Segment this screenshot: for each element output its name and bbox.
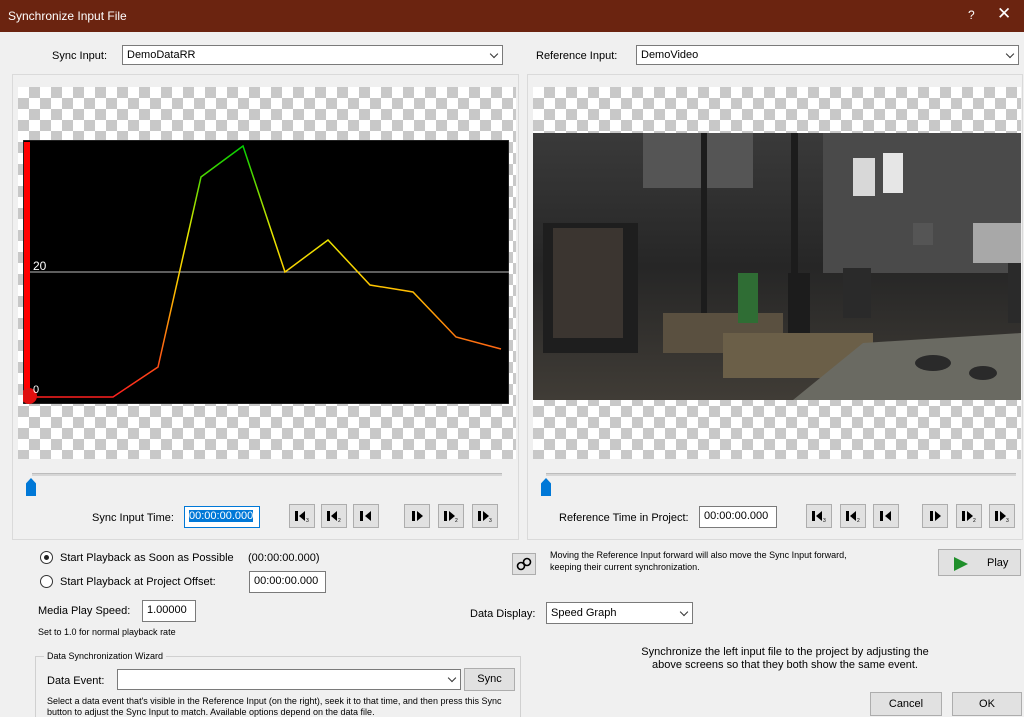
reference-input-select[interactable]: DemoVideo (636, 45, 1019, 65)
sync-input-value: DemoDataRR (127, 49, 196, 61)
ref-step-back-3-button[interactable]: 3 (806, 504, 832, 528)
data-display-select[interactable]: Speed Graph (546, 602, 693, 624)
media-speed-hint: Set to 1.0 for normal playback rate (38, 627, 176, 637)
project-offset-field[interactable]: 00:00:00.000 (249, 571, 326, 593)
start-asap-label[interactable]: Start Playback as Soon as Possible (60, 552, 234, 564)
chevron-down-icon (447, 673, 457, 683)
svg-text:2: 2 (455, 518, 458, 523)
chevron-down-icon (489, 49, 499, 59)
step-back-icon (360, 511, 371, 521)
link-hint: Moving the Reference Input forward will … (550, 550, 847, 572)
step-forward-icon: 3 (995, 511, 1009, 523)
reference-time-label: Reference Time in Project: (559, 512, 689, 524)
step-back-3-button[interactable]: 3 (289, 504, 315, 528)
svg-text:2: 2 (857, 518, 860, 523)
ok-button[interactable]: OK (952, 692, 1022, 716)
svg-text:3: 3 (1006, 518, 1009, 523)
step-forward-3-button[interactable]: 3 (472, 504, 498, 528)
reference-time-field[interactable]: 00:00:00.000 (699, 506, 777, 528)
step-back-icon: 2 (327, 511, 341, 523)
speed-graph (23, 140, 509, 404)
play-label: Play (987, 557, 1009, 569)
step-forward-2-button[interactable]: 2 (438, 504, 464, 528)
help-button[interactable]: ? (968, 8, 975, 22)
svg-text:2: 2 (338, 518, 341, 523)
step-back-icon: 3 (812, 511, 826, 523)
data-display-value: Speed Graph (551, 607, 617, 619)
data-event-select[interactable] (117, 669, 461, 690)
sync-input-time-field[interactable]: 00:00:00.000 (184, 506, 260, 528)
data-display-label: Data Display: (470, 608, 536, 620)
graph-label-20: 20 (33, 259, 47, 273)
reference-input-value: DemoVideo (641, 49, 699, 61)
sync-input-label: Sync Input: (52, 50, 108, 62)
chevron-down-icon (1005, 49, 1015, 59)
media-speed-field[interactable]: 1.00000 (142, 600, 196, 622)
step-forward-icon (412, 511, 423, 521)
play-button[interactable]: Play (938, 549, 1021, 576)
sync-preview: 20 0 (18, 87, 516, 459)
close-button[interactable]: ✕ (997, 4, 1011, 24)
chevron-down-icon (679, 607, 689, 617)
step-forward-icon: 2 (444, 511, 458, 523)
media-speed-label: Media Play Speed: (38, 605, 131, 617)
ref-step-forward-3-button[interactable]: 3 (989, 504, 1015, 528)
reference-video-frame (533, 133, 1021, 400)
start-asap-time: (00:00:00.000) (248, 552, 320, 564)
sync-button[interactable]: Sync (464, 668, 515, 691)
step-back-icon (880, 511, 891, 521)
data-event-label: Data Event: (47, 675, 105, 687)
ref-step-forward-2-button[interactable]: 2 (956, 504, 982, 528)
ref-step-forward-1-button[interactable] (922, 504, 948, 528)
step-back-1-button[interactable] (353, 504, 379, 528)
sync-timeline-track[interactable] (32, 473, 502, 476)
step-forward-1-button[interactable] (404, 504, 430, 528)
graph-label-0: 0 (33, 384, 40, 396)
start-asap-radio[interactable] (40, 551, 53, 564)
title-bar: Synchronize Input File ? ✕ (0, 0, 1024, 32)
link-icon (516, 557, 532, 571)
ref-step-back-2-button[interactable]: 2 (840, 504, 866, 528)
step-back-2-button[interactable]: 2 (321, 504, 347, 528)
reference-preview (533, 87, 1021, 459)
sync-info-text: Synchronize the left input file to the p… (641, 646, 929, 671)
window-title: Synchronize Input File (8, 9, 127, 23)
reference-timeline-track[interactable] (546, 473, 1016, 476)
cancel-button[interactable]: Cancel (870, 692, 942, 716)
step-forward-icon: 2 (962, 511, 976, 523)
play-icon (954, 557, 968, 571)
step-forward-icon (930, 511, 941, 521)
svg-text:3: 3 (489, 518, 492, 523)
step-back-icon: 2 (846, 511, 860, 523)
sync-input-select[interactable]: DemoDataRR (122, 45, 503, 65)
svg-text:3: 3 (823, 518, 826, 523)
link-sync-button[interactable] (512, 553, 536, 575)
start-offset-radio[interactable] (40, 575, 53, 588)
reference-input-label: Reference Input: (536, 50, 618, 62)
svg-text:3: 3 (306, 518, 309, 523)
wizard-description: Select a data event that's visible in th… (47, 696, 502, 717)
step-forward-icon: 3 (478, 511, 492, 523)
ref-step-back-1-button[interactable] (873, 504, 899, 528)
svg-text:2: 2 (973, 518, 976, 523)
sync-input-time-label: Sync Input Time: (92, 512, 174, 524)
start-offset-label[interactable]: Start Playback at Project Offset: (60, 576, 216, 588)
step-back-icon: 3 (295, 511, 309, 523)
wizard-title: Data Synchronization Wizard (44, 651, 167, 661)
